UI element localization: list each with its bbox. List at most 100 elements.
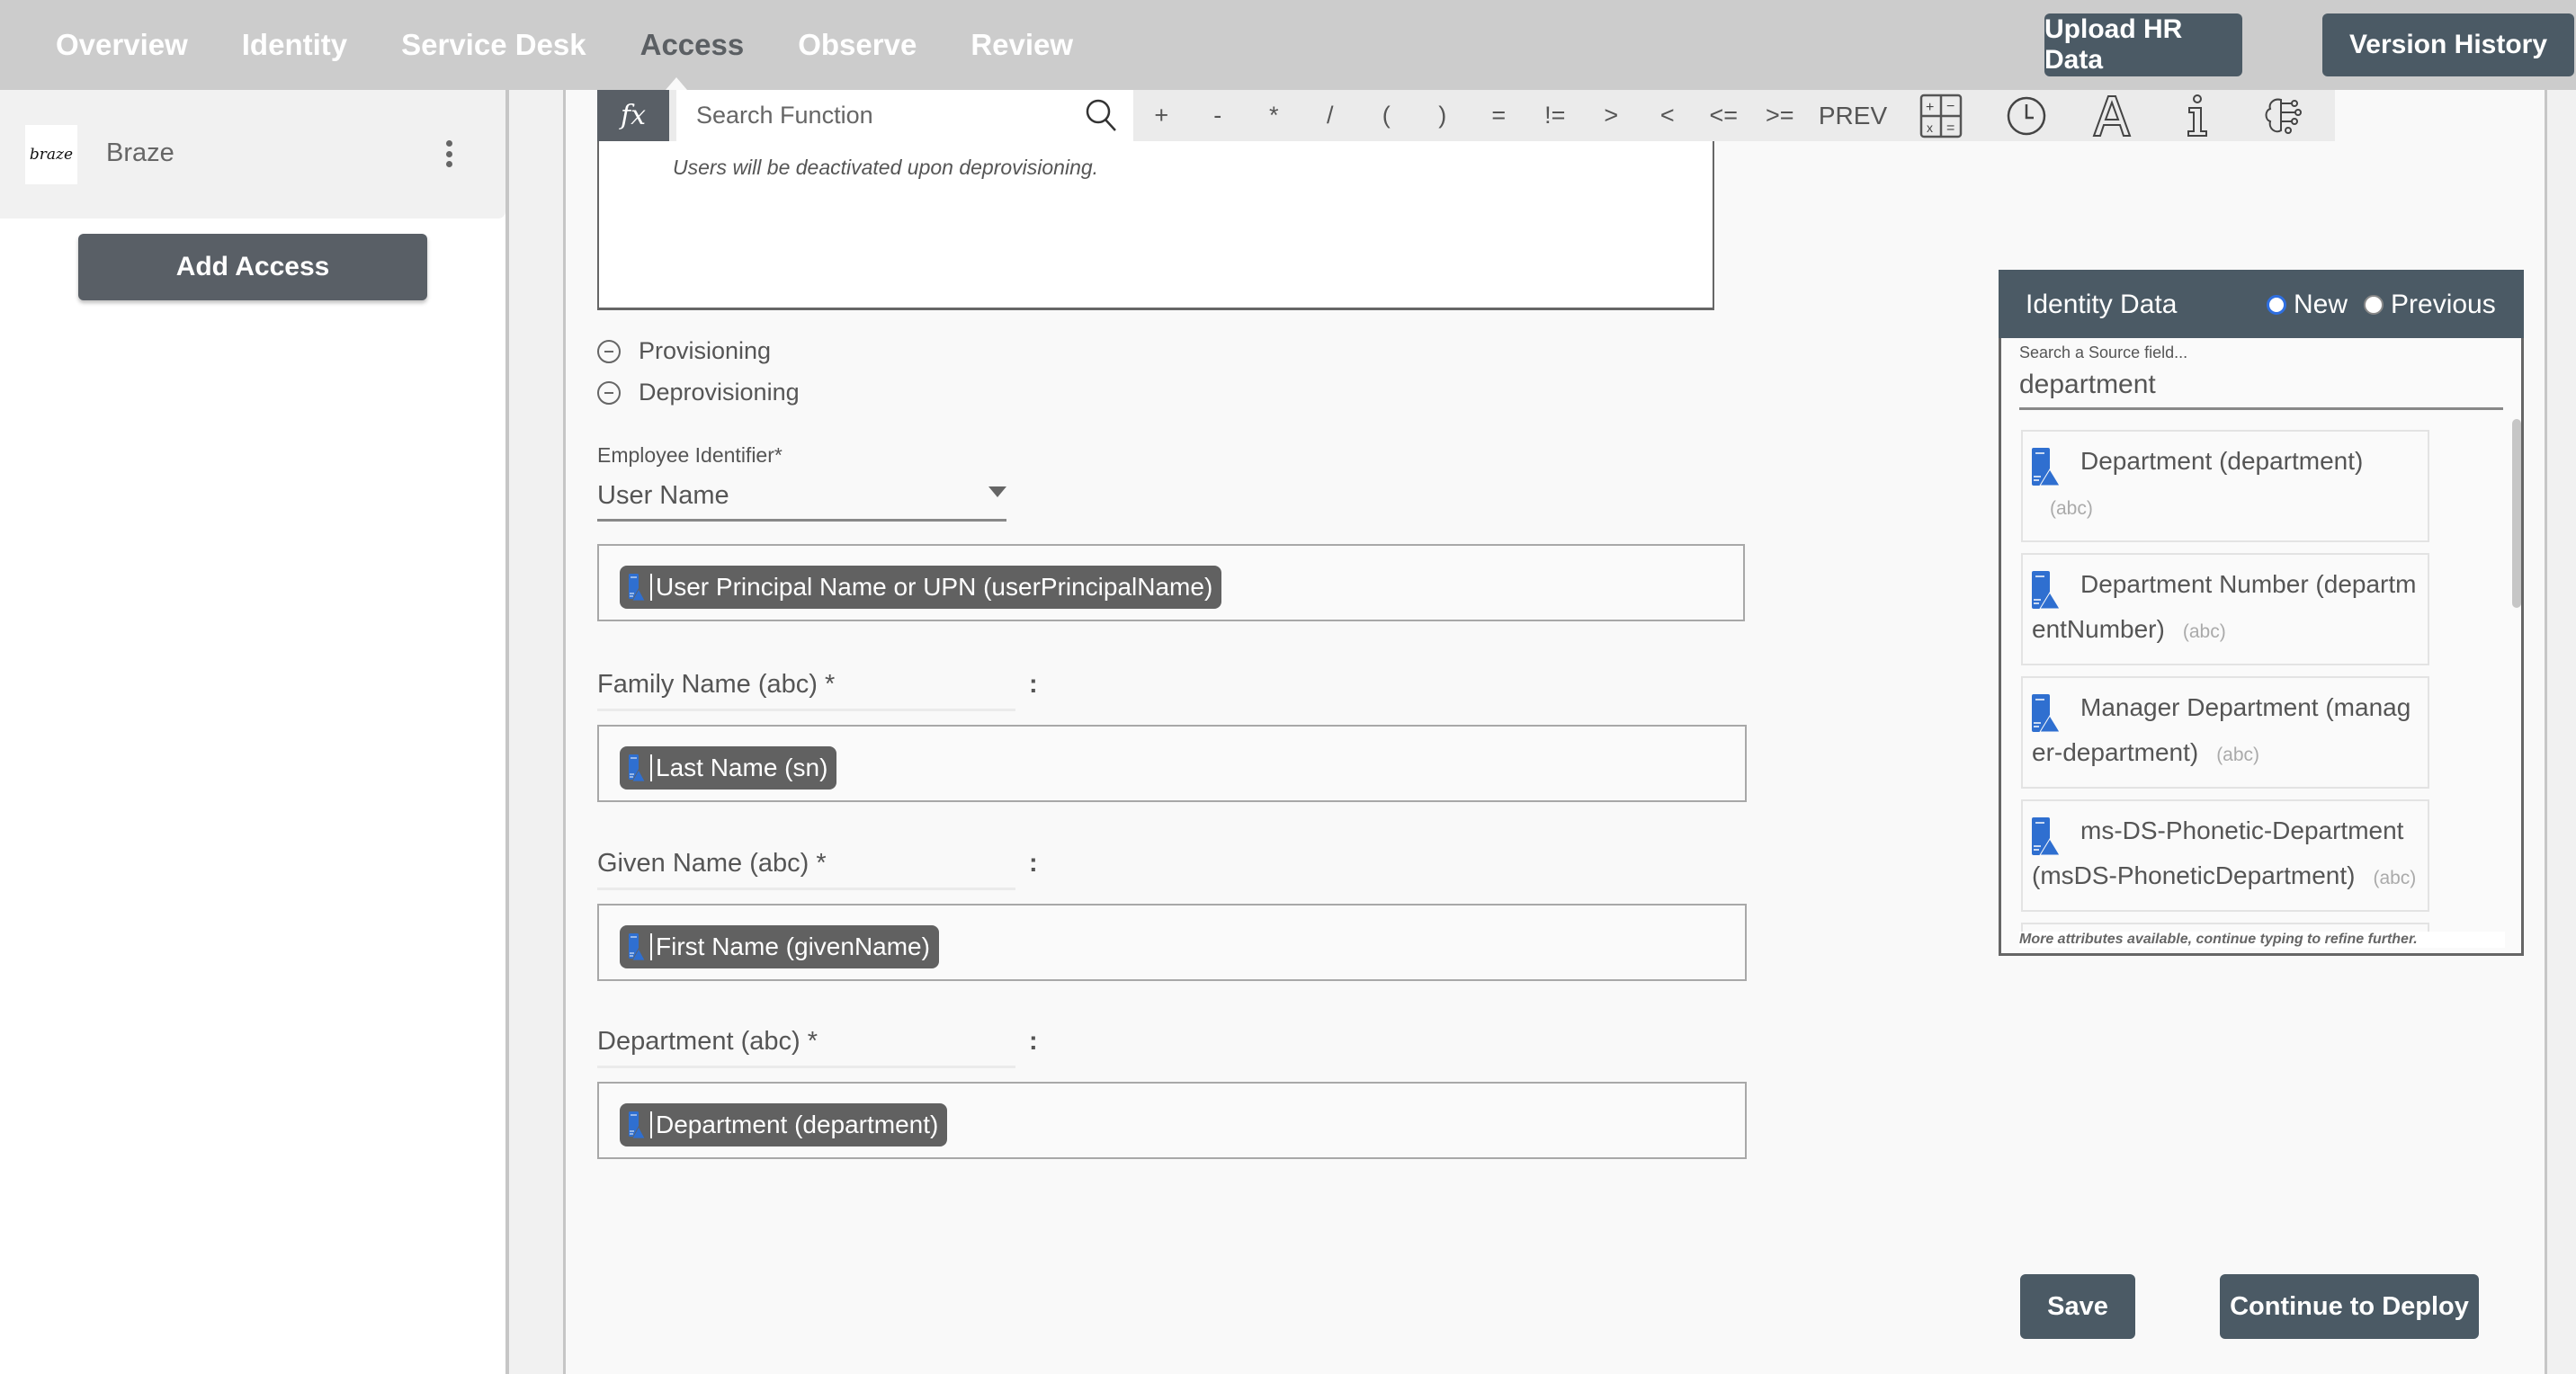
deprovisioning-message: Users will be deactivated upon deprovisi… xyxy=(673,156,1099,179)
more-attributes-hint: More attributes available, continue typi… xyxy=(2019,932,2505,948)
search-icon[interactable] xyxy=(1083,97,1119,133)
operator-buttons: + - * / ( ) = != > < <= >= PREV + − x = xyxy=(1133,90,2325,141)
main-nav: Overview Identity Service Desk Access Ob… xyxy=(56,0,1127,90)
operator-less[interactable]: < xyxy=(1640,102,1696,129)
source-field-chip-label: Last Name (sn) xyxy=(656,754,828,781)
nav-service-desk[interactable]: Service Desk xyxy=(401,28,586,62)
more-options-icon[interactable] xyxy=(443,140,455,167)
radio-new-label[interactable]: New xyxy=(2294,290,2348,320)
continue-to-deploy-button[interactable]: Continue to Deploy xyxy=(2220,1274,2479,1339)
braze-logo: braze xyxy=(25,125,77,184)
source-results-list: Department (department) (abc) Department … xyxy=(2019,430,2487,933)
deprovisioning-toggle[interactable]: Deprovisioning xyxy=(597,379,800,406)
operator-greater[interactable]: > xyxy=(1583,102,1640,129)
field-separator: : xyxy=(1029,670,1038,699)
list-item[interactable]: Manager Department (manager-department)(… xyxy=(2021,676,2429,789)
clock-icon[interactable] xyxy=(1983,90,2069,141)
family-name-mapping[interactable]: Last Name (sn) xyxy=(597,725,1747,802)
operator-greater-equal[interactable]: >= xyxy=(1752,102,1809,129)
sidebar: braze Braze Add Access xyxy=(0,90,505,1374)
deprovisioning-message-editor[interactable]: Users will be deactivated upon deprovisi… xyxy=(597,141,1714,310)
add-access-button[interactable]: Add Access xyxy=(78,234,427,300)
nav-review[interactable]: Review xyxy=(970,28,1073,62)
app-card-braze[interactable]: braze Braze xyxy=(0,90,505,219)
source-field-icon xyxy=(629,754,645,781)
list-item[interactable]: Department Number (departmentNumber) (abc… xyxy=(2021,553,2429,665)
operator-open-paren[interactable]: ( xyxy=(1358,102,1415,129)
chevron-down-icon xyxy=(988,486,1006,497)
employee-identifier-select[interactable]: User Name xyxy=(597,472,1006,522)
version-history-button[interactable]: Version History xyxy=(2322,13,2574,76)
radio-previous[interactable] xyxy=(2364,295,2384,315)
source-field-icon xyxy=(629,933,645,960)
list-item[interactable]: ms-DS-Phonetic-Department(msDS-PhoneticD… xyxy=(2021,799,2429,912)
upload-hr-data-button[interactable]: Upload HR Data xyxy=(2044,13,2242,76)
identity-data-title: Identity Data xyxy=(2026,290,2178,319)
given-name-mapping[interactable]: First Name (givenName) xyxy=(597,904,1747,981)
radio-previous-label[interactable]: Previous xyxy=(2391,290,2496,320)
nav-access[interactable]: Access xyxy=(640,28,745,62)
source-field-icon xyxy=(2032,448,2059,486)
save-button[interactable]: Save xyxy=(2020,1274,2135,1339)
operator-equals[interactable]: = xyxy=(1471,102,1527,129)
field-separator: : xyxy=(1029,849,1038,878)
identity-data-header: Identity Data New Previous xyxy=(1999,270,2524,338)
source-search-label: Search a Source field... xyxy=(2019,344,2188,361)
svg-text:x: x xyxy=(1927,120,1933,135)
text-icon[interactable] xyxy=(2069,90,2154,141)
list-item-type: (abc) xyxy=(2216,745,2260,765)
department-mapping[interactable]: Department (department) xyxy=(597,1082,1747,1159)
deprovisioning-label: Deprovisioning xyxy=(639,379,800,406)
results-scrollbar[interactable] xyxy=(2512,419,2521,608)
source-field-chip-label: Department (department) xyxy=(656,1111,939,1138)
nav-identity[interactable]: Identity xyxy=(242,28,347,62)
nav-overview[interactable]: Overview xyxy=(56,28,188,62)
prev-button[interactable]: PREV xyxy=(1808,102,1898,130)
employee-identifier-value: User Name xyxy=(597,480,729,510)
svg-text:+: + xyxy=(1926,100,1934,115)
formula-toolbar: fx + - * / ( ) = != > < <= >= PREV +−x= xyxy=(597,90,2335,141)
radio-new[interactable] xyxy=(2267,295,2286,315)
source-search-field xyxy=(2019,363,2503,410)
family-name-label: Family Name (abc) * xyxy=(597,670,1015,711)
list-item-name: ms-DS-Phonetic-Department(msDS-PhoneticD… xyxy=(2032,816,2404,889)
source-field-chip-label: First Name (givenName) xyxy=(656,932,930,960)
provisioning-label: Provisioning xyxy=(639,337,772,364)
active-tab-indicator xyxy=(666,77,687,90)
department-label: Department (abc) * xyxy=(597,1027,1015,1068)
panel-divider xyxy=(563,90,566,1374)
employee-identifier-label: Employee Identifier* xyxy=(597,443,783,467)
source-search-input[interactable] xyxy=(2019,363,2503,406)
top-navigation-bar: Overview Identity Service Desk Access Ob… xyxy=(0,0,2576,90)
operator-multiply[interactable]: * xyxy=(1246,102,1302,129)
function-icon[interactable]: fx xyxy=(597,90,669,141)
source-field-chip[interactable]: User Principal Name or UPN (userPrincipa… xyxy=(620,566,1222,609)
source-field-chip[interactable]: Department (department) xyxy=(620,1103,948,1146)
operator-close-paren[interactable]: ) xyxy=(1415,102,1471,129)
right-panel-strip xyxy=(2547,90,2576,1374)
operator-less-equal[interactable]: <= xyxy=(1695,102,1752,129)
calculator-icon[interactable]: + − x = xyxy=(1898,90,1983,141)
ai-brain-icon[interactable] xyxy=(2240,90,2325,141)
function-search-input[interactable] xyxy=(676,102,1054,129)
operator-plus[interactable]: + xyxy=(1133,102,1190,129)
collapse-icon xyxy=(597,339,621,363)
employee-identifier-mapping[interactable]: User Principal Name or UPN (userPrincipa… xyxy=(597,544,1745,621)
info-icon[interactable] xyxy=(2154,90,2240,141)
source-field-chip[interactable]: First Name (givenName) xyxy=(620,925,939,968)
nav-observe[interactable]: Observe xyxy=(798,28,917,62)
operator-not-equals[interactable]: != xyxy=(1527,102,1584,129)
operator-minus[interactable]: - xyxy=(1190,102,1247,129)
list-item-type: (abc) xyxy=(2050,498,2093,519)
source-field-icon xyxy=(629,1111,645,1138)
svg-text:−: − xyxy=(1946,99,1954,114)
function-search xyxy=(676,90,1133,141)
field-separator: : xyxy=(1029,1027,1038,1056)
source-field-icon xyxy=(2032,694,2059,732)
operator-divide[interactable]: / xyxy=(1302,102,1359,129)
source-field-chip[interactable]: Last Name (sn) xyxy=(620,746,837,790)
list-item[interactable]: Department (department) (abc) xyxy=(2021,430,2429,542)
provisioning-toggle[interactable]: Provisioning xyxy=(597,337,771,365)
given-name-label: Given Name (abc) * xyxy=(597,849,1015,890)
source-field-icon xyxy=(2032,817,2059,855)
